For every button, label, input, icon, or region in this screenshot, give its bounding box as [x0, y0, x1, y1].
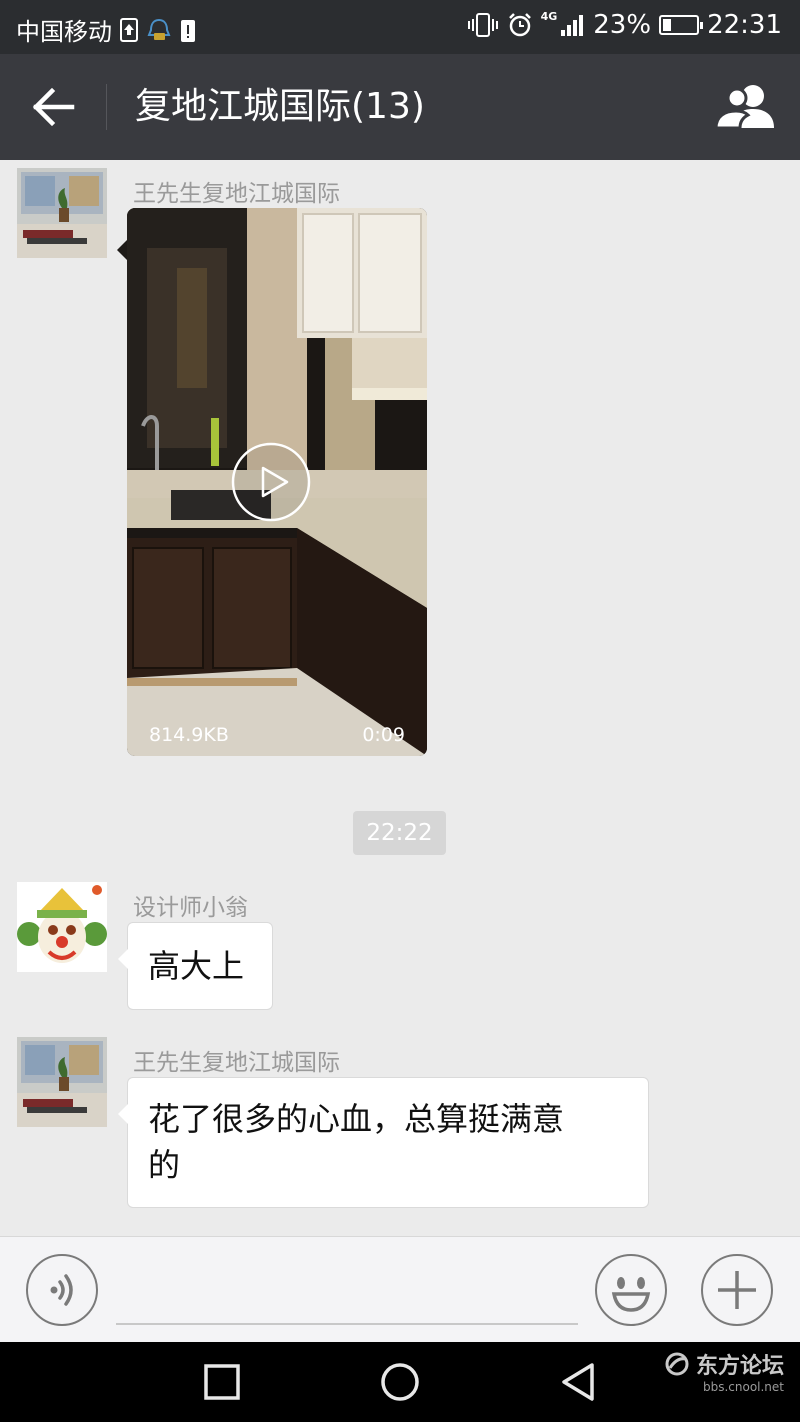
message-bubble[interactable]: 高大上 — [118, 922, 273, 1010]
bubble-tail — [117, 240, 127, 260]
avatar-office-image — [17, 168, 107, 258]
chat-area[interactable]: 王先生复地江城国际 814.9KB 0:09 22:22 设计师小翁 高大上 王… — [0, 160, 800, 1236]
message-input[interactable] — [116, 1323, 578, 1325]
clock: 22:31 — [707, 10, 782, 40]
navigation-bar: 东方论坛 bbs.cnool.net — [0, 1342, 800, 1422]
emoji-button[interactable] — [595, 1254, 667, 1326]
back-button[interactable] — [26, 82, 82, 132]
sender-name: 王先生复地江城国际 — [133, 1050, 340, 1076]
vibrate-icon — [467, 13, 498, 37]
battery-percent: 23% — [593, 10, 652, 40]
carrier-name: 中国移动 — [16, 18, 112, 46]
recent-apps-button[interactable] — [200, 1360, 244, 1404]
avatar[interactable] — [17, 882, 107, 972]
home-icon — [381, 1363, 419, 1401]
video-file-size: 814.9KB — [149, 724, 229, 746]
watermark-name: 东方论坛 — [695, 1354, 784, 1379]
avatar-office-image — [17, 1037, 107, 1127]
watermark: 东方论坛 bbs.cnool.net — [664, 1348, 784, 1394]
alert-badge-icon — [181, 19, 195, 42]
battery-icon — [659, 15, 704, 35]
system-back-button[interactable] — [556, 1360, 600, 1404]
title-bar: 复地江城国际(13) — [0, 54, 800, 160]
message-text-line: 花了很多的心血，总算挺满意 — [148, 1100, 565, 1138]
video-message[interactable]: 814.9KB 0:09 — [127, 208, 427, 756]
status-left: 中国移动 — [16, 12, 196, 47]
upload-icon — [120, 17, 138, 42]
sender-name: 王先生复地江城国际 — [133, 181, 340, 207]
input-bar — [0, 1236, 800, 1342]
message-bubble[interactable]: 花了很多的心血，总算挺满意 的 — [118, 1077, 649, 1208]
status-right: 4G 23% 22:31 — [467, 10, 782, 40]
avatar[interactable] — [17, 1037, 107, 1127]
home-button[interactable] — [378, 1360, 422, 1404]
video-duration: 0:09 — [362, 724, 405, 746]
message-text: 高大上 — [148, 947, 245, 985]
title-divider — [106, 84, 107, 130]
watermark-logo-icon — [665, 1352, 689, 1376]
status-bar: 中国移动 4G 23% 22:31 — [0, 0, 800, 54]
play-icon[interactable] — [231, 442, 311, 522]
voice-button[interactable] — [26, 1254, 98, 1326]
emoji-icon — [611, 1277, 651, 1312]
arrow-left-icon — [32, 87, 75, 127]
alarm-icon — [508, 13, 531, 37]
avatar-clown-image — [17, 882, 107, 972]
notification-app-icon — [147, 18, 171, 40]
voice-icon — [50, 1274, 73, 1306]
group-info-button[interactable] — [714, 82, 778, 132]
chat-title: 复地江城国际(13) — [135, 86, 425, 127]
message-text-line: 的 — [148, 1146, 181, 1184]
signal-icon — [561, 15, 584, 36]
sender-name: 设计师小翁 — [133, 895, 248, 921]
back-triangle-icon — [562, 1363, 594, 1401]
watermark-url: bbs.cnool.net — [702, 1380, 784, 1394]
plus-icon — [718, 1271, 756, 1309]
plus-button[interactable] — [701, 1254, 773, 1326]
avatar[interactable] — [17, 168, 107, 258]
recent-apps-icon — [204, 1364, 240, 1400]
network-type: 4G — [540, 10, 558, 23]
message-timestamp: 22:22 — [353, 811, 446, 855]
group-members-icon — [714, 85, 774, 130]
